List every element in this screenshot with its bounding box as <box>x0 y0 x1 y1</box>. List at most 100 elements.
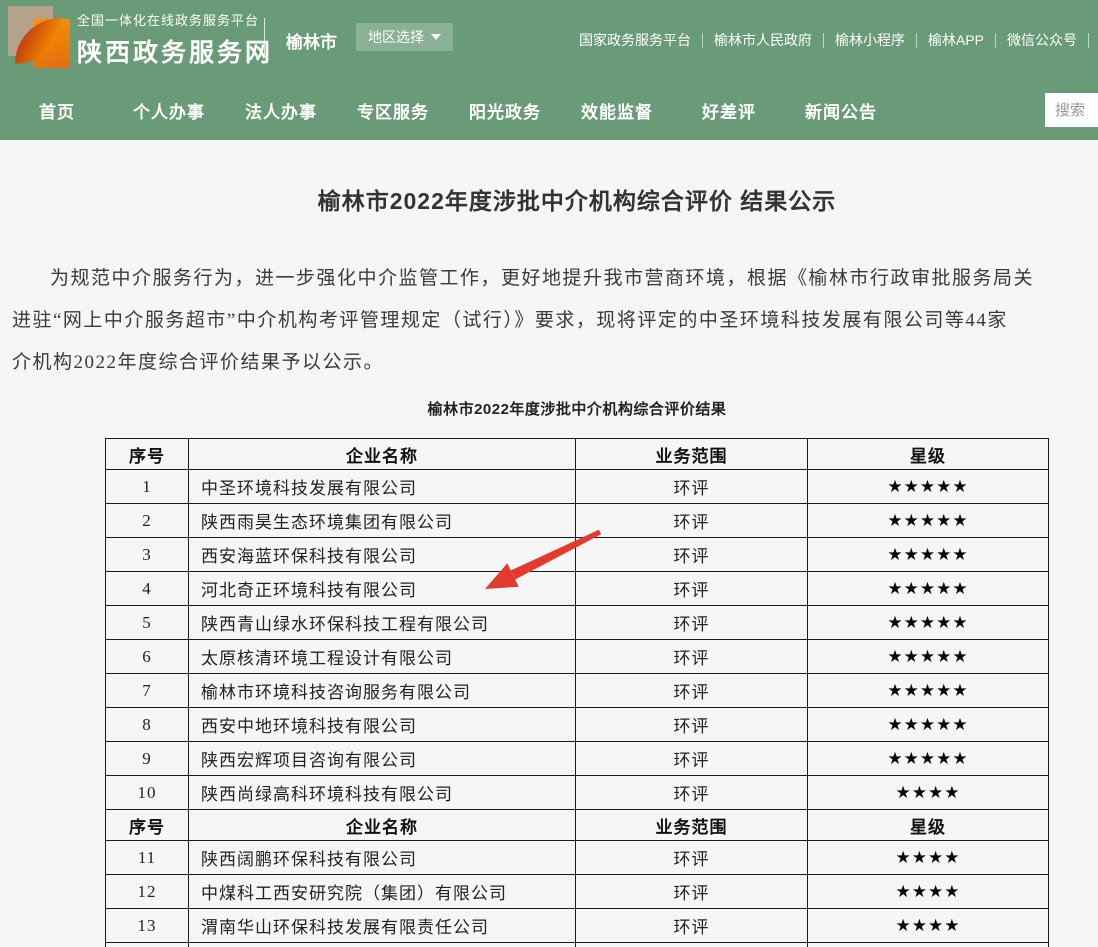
top-link[interactable]: 微信公众号 <box>996 33 1089 48</box>
business-scope-cell: 环评 <box>576 909 808 943</box>
table-row: 9陕西宏辉项目咨询有限公司环评★★★★★ <box>106 742 1049 776</box>
company-name-cell: 陕西雨昊生态环境集团有限公司 <box>189 504 576 538</box>
table-header-cell: 业务范围 <box>576 810 808 841</box>
company-name-cell: 中圣环境科技发展有限公司 <box>189 470 576 504</box>
table-row: 4河北奇正环境科技有限公司环评★★★★★ <box>106 572 1049 606</box>
paragraph-line: 介机构2022年度综合评价结果予以公示。 <box>12 342 1098 384</box>
business-scope-cell: 环评 <box>576 504 808 538</box>
region-selector-label: 地区选择 <box>368 27 424 47</box>
search-input[interactable] <box>1045 93 1098 127</box>
nav-item[interactable]: 好差评 <box>673 80 785 140</box>
top-link[interactable]: 榆林小程序 <box>824 33 917 48</box>
star-rating-cell: ★★★★★ <box>808 504 1049 538</box>
row-number-cell: 12 <box>106 875 189 909</box>
business-scope-cell: 环评 <box>576 606 808 640</box>
brand-block: 全国一体化在线政务服务平台 陕西政务服务网 <box>77 10 273 69</box>
table-row: 5陕西青山绿水环保科技工程有限公司环评★★★★★ <box>106 606 1049 640</box>
row-number-cell: 10 <box>106 776 189 810</box>
article-content: 榆林市2022年度涉批中介机构综合评价 结果公示 为规范中介服务行为，进一步强化… <box>0 140 1098 947</box>
header-divider <box>264 18 265 56</box>
table-row: 1中圣环境科技发展有限公司环评★★★★★ <box>106 470 1049 504</box>
row-number-cell: 7 <box>106 674 189 708</box>
nav-item[interactable]: 法人办事 <box>225 80 337 140</box>
company-name-cell: 太原核清环境工程设计有限公司 <box>189 640 576 674</box>
business-scope-cell: 环评 <box>576 776 808 810</box>
business-scope-cell: 环评 <box>576 538 808 572</box>
table-row: 3西安海蓝环保科技有限公司环评★★★★★ <box>106 538 1049 572</box>
business-scope-cell: 环评 <box>576 572 808 606</box>
table-row: 2陕西雨昊生态环境集团有限公司环评★★★★★ <box>106 504 1049 538</box>
table-row: 8西安中地环境科技有限公司环评★★★★★ <box>106 708 1049 742</box>
company-name-cell: 中煤科工西安研究院（集团）有限公司 <box>189 875 576 909</box>
company-name-cell: 陕西青山绿水环保科技工程有限公司 <box>189 606 576 640</box>
row-number-cell: 4 <box>106 572 189 606</box>
star-rating-cell: ★★★★★ <box>808 674 1049 708</box>
table-row: 13渭南华山环保科技发展有限责任公司环评★★★★ <box>106 909 1049 943</box>
row-number-cell: 11 <box>106 841 189 875</box>
company-name-cell: 渭南华山环保科技发展有限责任公司 <box>189 909 576 943</box>
site-logo-icon <box>8 6 68 66</box>
top-link[interactable]: 国家政务服务平台 <box>568 33 703 48</box>
paragraph-line: 为规范中介服务行为，进一步强化中介监管工作，更好地提升我市营商环境，根据《榆林市… <box>12 258 1098 300</box>
table-header-cell: 企业名称 <box>189 810 576 841</box>
region-selector-button[interactable]: 地区选择 <box>356 23 453 51</box>
nav-item[interactable]: 专区服务 <box>337 80 449 140</box>
table-row: 12中煤科工西安研究院（集团）有限公司环评★★★★ <box>106 875 1049 909</box>
top-links: 国家政务服务平台榆林市人民政府榆林小程序榆林APP微信公众号注册 <box>568 0 1098 80</box>
row-number-cell: 2 <box>106 504 189 538</box>
table-header-row: 序号企业名称业务范围星级 <box>106 439 1049 470</box>
main-nav: 首页个人办事法人办事专区服务阳光政务效能监督好差评新闻公告 <box>0 80 1098 140</box>
star-rating-cell: ★★★★ <box>808 909 1049 943</box>
row-number-cell: 9 <box>106 742 189 776</box>
table-row: 7榆林市环境科技咨询服务有限公司环评★★★★★ <box>106 674 1049 708</box>
row-number-cell: 13 <box>106 909 189 943</box>
nav-item[interactable]: 新闻公告 <box>785 80 897 140</box>
business-scope-cell: 环评 <box>576 875 808 909</box>
table-header-cell: 序号 <box>106 810 189 841</box>
star-rating-cell: ★★★★★ <box>808 470 1049 504</box>
company-name-cell: 陕西尚绿高科环境科技有限公司 <box>189 776 576 810</box>
star-rating-cell: ★★★★★ <box>808 606 1049 640</box>
chevron-down-icon <box>431 34 441 40</box>
nav-item[interactable]: 阳光政务 <box>449 80 561 140</box>
star-rating-cell: ★★★★★ <box>808 640 1049 674</box>
star-rating-cell: ★★★★★ <box>808 708 1049 742</box>
nav-item[interactable]: 首页 <box>1 80 113 140</box>
table-header-cell: 序号 <box>106 439 189 470</box>
business-scope-cell: 环评 <box>576 742 808 776</box>
top-link[interactable]: 榆林市人民政府 <box>703 33 824 48</box>
site-name: 陕西政务服务网 <box>77 33 273 69</box>
company-name-cell: 河北奇正环境科技有限公司 <box>189 572 576 606</box>
table-row-partial <box>106 943 1049 947</box>
star-rating-cell: ★★★★ <box>808 841 1049 875</box>
company-name-cell: 西安中地环境科技有限公司 <box>189 708 576 742</box>
nav-item[interactable]: 个人办事 <box>113 80 225 140</box>
table-caption: 榆林市2022年度涉批中介机构综合评价结果 <box>56 398 1098 419</box>
announcement-paragraph: 为规范中介服务行为，进一步强化中介监管工作，更好地提升我市营商环境，根据《榆林市… <box>12 258 1098 384</box>
table-header-row: 序号企业名称业务范围星级 <box>106 810 1049 841</box>
business-scope-cell: 环评 <box>576 708 808 742</box>
table-row: 6太原核清环境工程设计有限公司环评★★★★★ <box>106 640 1049 674</box>
table-row: 10陕西尚绿高科环境科技有限公司环评★★★★ <box>106 776 1049 810</box>
star-rating-cell: ★★★★ <box>808 875 1049 909</box>
business-scope-cell: 环评 <box>576 674 808 708</box>
table-row: 11陕西阔鹏环保科技有限公司环评★★★★ <box>106 841 1049 875</box>
top-link[interactable]: 榆林APP <box>917 33 996 48</box>
company-name-cell: 西安海蓝环保科技有限公司 <box>189 538 576 572</box>
star-rating-cell: ★★★★ <box>808 776 1049 810</box>
nav-item[interactable]: 效能监督 <box>561 80 673 140</box>
star-rating-cell: ★★★★★ <box>808 572 1049 606</box>
business-scope-cell: 环评 <box>576 640 808 674</box>
page-title: 榆林市2022年度涉批中介机构综合评价 结果公示 <box>56 140 1098 216</box>
star-rating-cell: ★★★★★ <box>808 538 1049 572</box>
business-scope-cell: 环评 <box>576 470 808 504</box>
row-number-cell: 8 <box>106 708 189 742</box>
table-header-cell: 星级 <box>808 439 1049 470</box>
business-scope-cell: 环评 <box>576 841 808 875</box>
current-city-label: 榆林市 <box>286 28 337 53</box>
row-number-cell: 5 <box>106 606 189 640</box>
table-header-cell: 企业名称 <box>189 439 576 470</box>
row-number-cell: 3 <box>106 538 189 572</box>
paragraph-line: 进驻“网上中介服务超市”中介机构考评管理规定（试行）》要求，现将评定的中圣环境科… <box>12 300 1098 342</box>
table-header-cell: 业务范围 <box>576 439 808 470</box>
